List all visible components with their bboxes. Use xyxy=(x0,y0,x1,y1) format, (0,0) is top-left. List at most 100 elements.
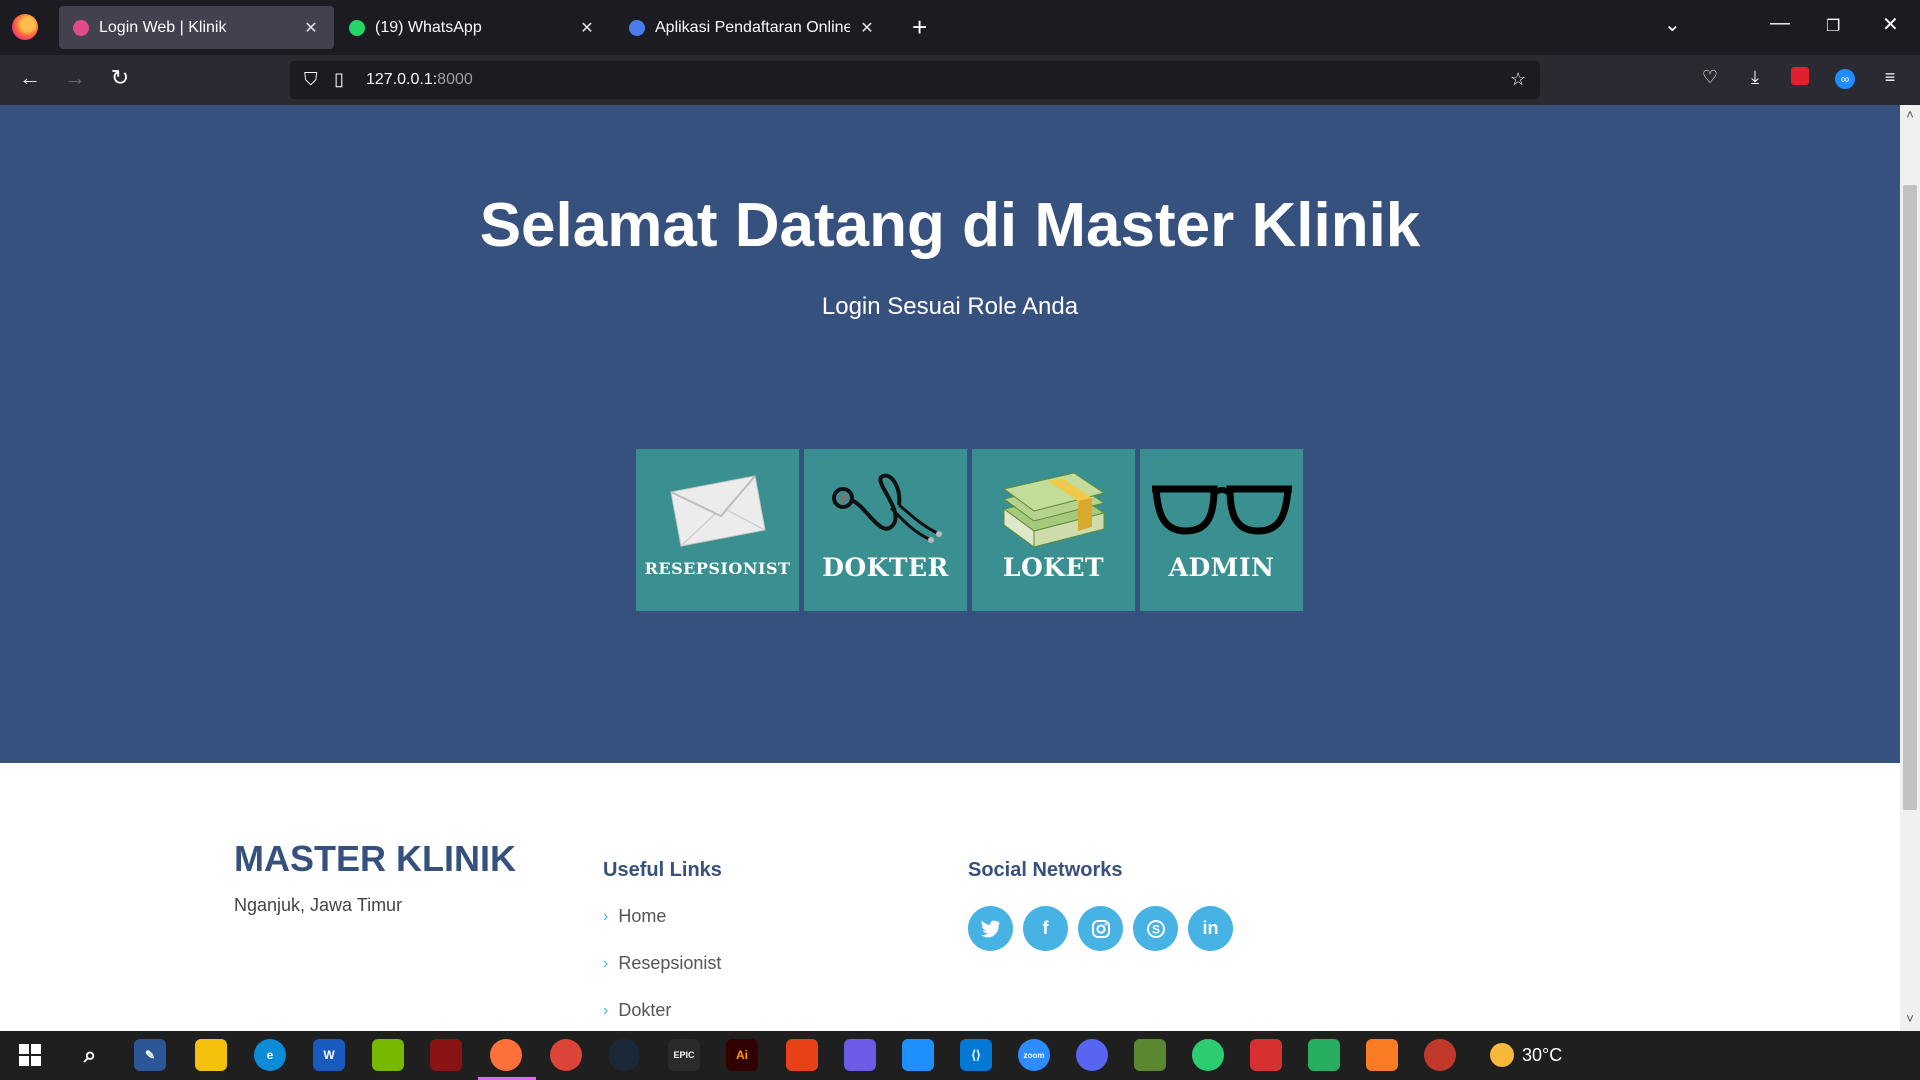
envelope-icon xyxy=(636,469,799,551)
browser-tab-bar: Login Web | Klinik ✕ (19) WhatsApp ✕ Apl… xyxy=(0,0,1920,55)
chevron-right-icon: › xyxy=(603,907,609,925)
role-label: LOKET xyxy=(1002,553,1105,582)
memory-icon[interactable] xyxy=(1308,1039,1340,1071)
notepad-icon[interactable]: ✎ xyxy=(134,1039,166,1071)
address-bar[interactable]: ⛉ ▯ 127.0.0.1:8000 ☆ xyxy=(290,61,1540,99)
menu-hamburger-icon[interactable]: ≡ xyxy=(1878,67,1902,91)
footer-brand: MASTER KLINIK xyxy=(234,838,516,879)
tab-aplikasi-pendaftaran[interactable]: Aplikasi Pendaftaran Online Klin ✕ xyxy=(615,6,890,49)
edge-icon[interactable]: e xyxy=(254,1039,286,1071)
tab-title: Login Web | Klinik xyxy=(99,18,227,36)
zoom-icon[interactable]: zoom xyxy=(1018,1039,1050,1071)
footer-link-home[interactable]: › Home xyxy=(603,906,666,927)
linkedin-icon[interactable]: in xyxy=(1188,906,1233,951)
close-icon[interactable]: ✕ xyxy=(578,18,596,38)
useful-links-heading: Useful Links xyxy=(603,859,722,881)
page-scrollbar[interactable]: ˄ ˅ xyxy=(1900,105,1920,1031)
tab-login-web[interactable]: Login Web | Klinik ✕ xyxy=(59,6,334,49)
role-label: DOKTER xyxy=(822,553,949,582)
role-label: ADMIN xyxy=(1168,553,1275,582)
steam-icon[interactable] xyxy=(608,1039,640,1071)
windows-start-icon[interactable] xyxy=(14,1039,46,1071)
glasses-icon xyxy=(1140,469,1303,551)
scrollbar-thumb[interactable] xyxy=(1903,185,1917,810)
close-window-icon[interactable]: ✕ xyxy=(1882,12,1899,37)
site-favicon-icon xyxy=(629,19,645,36)
epic-games-icon[interactable]: EPIC xyxy=(668,1039,700,1071)
role-label: RESEPSIONIST xyxy=(644,559,791,578)
vscode-icon[interactable]: ⟨⟩ xyxy=(960,1039,992,1071)
role-button-resepsionist[interactable]: RESEPSIONIST xyxy=(636,449,799,611)
new-tab-plus-icon[interactable]: + xyxy=(912,12,927,43)
footer-address: Nganjuk, Jawa Timur xyxy=(234,895,403,915)
recorder-icon[interactable] xyxy=(1424,1039,1456,1071)
footer: MASTER KLINIK Nganjuk, Jawa Timur Useful… xyxy=(0,763,1900,1031)
tab-title: Aplikasi Pendaftaran Online Klin xyxy=(655,18,850,36)
discord-icon[interactable] xyxy=(1076,1039,1108,1071)
twitter-icon[interactable] xyxy=(968,906,1013,951)
role-buttons: RESEPSIONIST DOKTER LOKET ADMIN xyxy=(636,449,1303,611)
footer-link-resepsionist[interactable]: › Resepsionist xyxy=(603,953,721,974)
gamepad-icon[interactable] xyxy=(786,1039,818,1071)
close-icon[interactable]: ✕ xyxy=(302,18,320,38)
scroll-up-arrow-icon[interactable]: ˄ xyxy=(1900,107,1920,122)
scroll-down-arrow-icon[interactable]: ˅ xyxy=(1900,1011,1920,1026)
tab-title: (19) WhatsApp xyxy=(375,18,482,36)
weather-sun-icon xyxy=(1490,1043,1514,1067)
game-launcher-icon[interactable] xyxy=(430,1039,462,1071)
instagram-icon[interactable] xyxy=(1078,906,1123,951)
whatsapp-icon xyxy=(349,19,365,36)
restore-icon[interactable]: ❐ xyxy=(1826,16,1840,36)
page-viewport: Selamat Datang di Master Klinik Login Se… xyxy=(0,105,1900,1031)
globe-icon[interactable] xyxy=(1192,1039,1224,1071)
app-icon[interactable] xyxy=(902,1039,934,1071)
extension-lock-icon[interactable] xyxy=(1788,67,1812,91)
minimize-icon[interactable]: — xyxy=(1770,12,1790,35)
controller-icon[interactable] xyxy=(844,1039,876,1071)
social-networks-heading: Social Networks xyxy=(968,859,1123,881)
firefox-icon[interactable] xyxy=(490,1039,522,1071)
search-icon[interactable]: ⌕ xyxy=(74,1039,106,1071)
temperature: 30°C xyxy=(1522,1044,1563,1065)
weather-widget[interactable]: 30°C xyxy=(1490,1043,1562,1067)
firefox-logo-icon[interactable] xyxy=(12,14,38,40)
footer-link-dokter[interactable]: › Dokter xyxy=(603,1000,671,1021)
chevron-right-icon: › xyxy=(603,954,609,972)
windows-taskbar: ⌕ ✎ e W EPIC Ai ⟨⟩ zoom 30°C xyxy=(0,1031,1920,1080)
word-icon[interactable]: W xyxy=(313,1039,345,1071)
page-title: Selamat Datang di Master Klinik xyxy=(479,191,1421,260)
chrome-icon[interactable] xyxy=(550,1039,582,1071)
clinic-favicon-icon xyxy=(73,19,89,36)
minecraft-icon[interactable] xyxy=(1134,1039,1166,1071)
page-icon[interactable]: ▯ xyxy=(334,69,344,90)
back-arrow-icon[interactable]: ← xyxy=(15,65,45,91)
xampp-icon[interactable] xyxy=(1366,1039,1398,1071)
pocket-icon[interactable]: ♡ xyxy=(1698,67,1722,91)
close-icon[interactable]: ✕ xyxy=(858,18,876,38)
ccleaner-icon[interactable] xyxy=(1250,1039,1282,1071)
hero-section: Selamat Datang di Master Klinik Login Se… xyxy=(0,105,1900,763)
url-text[interactable]: 127.0.0.1:8000 xyxy=(366,71,473,89)
role-button-dokter[interactable]: DOKTER xyxy=(804,449,967,611)
bookmark-star-icon[interactable]: ☆ xyxy=(1510,69,1526,90)
reload-icon[interactable]: ↻ xyxy=(105,65,135,91)
illustrator-icon[interactable]: Ai xyxy=(726,1039,758,1071)
money-stack-icon xyxy=(972,469,1135,551)
download-icon[interactable]: ⤓ xyxy=(1743,67,1767,91)
nvidia-icon[interactable] xyxy=(372,1039,404,1071)
role-button-admin[interactable]: ADMIN xyxy=(1140,449,1303,611)
forward-arrow-icon[interactable]: → xyxy=(60,65,90,91)
social-links: f S in xyxy=(968,906,1233,951)
shield-icon[interactable]: ⛉ xyxy=(304,69,318,90)
browser-nav-bar: ← → ↻ ⛉ ▯ 127.0.0.1:8000 ☆ ♡ ⤓ ∞ ≡ xyxy=(0,55,1920,105)
list-all-tabs-chevron-icon[interactable]: ⌄ xyxy=(1664,12,1681,37)
role-button-loket[interactable]: LOKET xyxy=(972,449,1135,611)
page-subtitle: Login Sesuai Role Anda xyxy=(821,293,1079,320)
tab-whatsapp[interactable]: (19) WhatsApp ✕ xyxy=(335,6,610,49)
facebook-icon[interactable]: f xyxy=(1023,906,1068,951)
stethoscope-icon xyxy=(804,469,967,551)
extension-infinity-icon[interactable]: ∞ xyxy=(1833,67,1857,91)
file-explorer-icon[interactable] xyxy=(195,1039,227,1071)
skype-icon[interactable]: S xyxy=(1133,906,1178,951)
svg-text:S: S xyxy=(1151,922,1159,936)
